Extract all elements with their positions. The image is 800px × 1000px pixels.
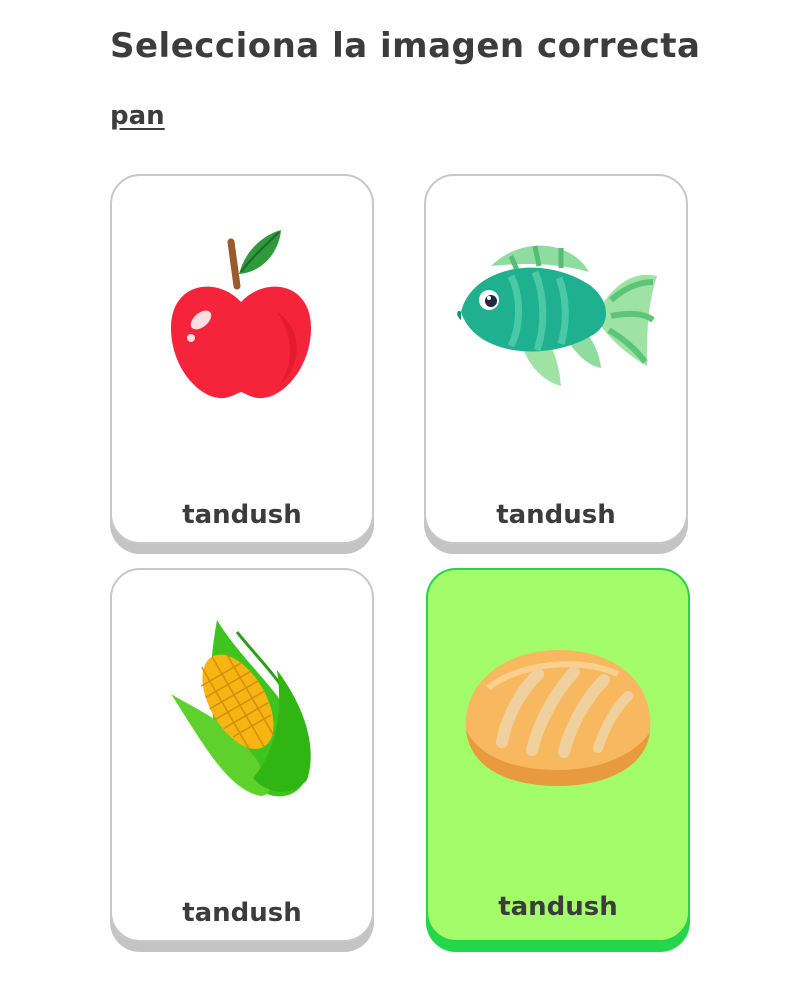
answer-card-apple[interactable]: tandush (110, 174, 374, 544)
bread-icon (465, 650, 651, 786)
exercise-title: Selecciona la imagen correcta (110, 26, 701, 66)
card-image (428, 610, 688, 890)
card-image (426, 216, 686, 496)
card-label: tandush (496, 500, 616, 530)
answer-card-corn[interactable]: tandush (110, 568, 374, 942)
answer-card-bread[interactable]: tandush (426, 568, 690, 942)
card-image (112, 610, 372, 890)
card-label: tandush (182, 898, 302, 928)
fish-icon (457, 245, 657, 386)
corn-icon (171, 620, 311, 797)
answer-card-fish[interactable]: tandush (424, 174, 688, 544)
card-label: tandush (182, 500, 302, 530)
apple-icon (171, 230, 311, 399)
prompt-word: pan (110, 101, 165, 131)
card-image (112, 216, 372, 496)
card-label: tandush (498, 892, 618, 922)
